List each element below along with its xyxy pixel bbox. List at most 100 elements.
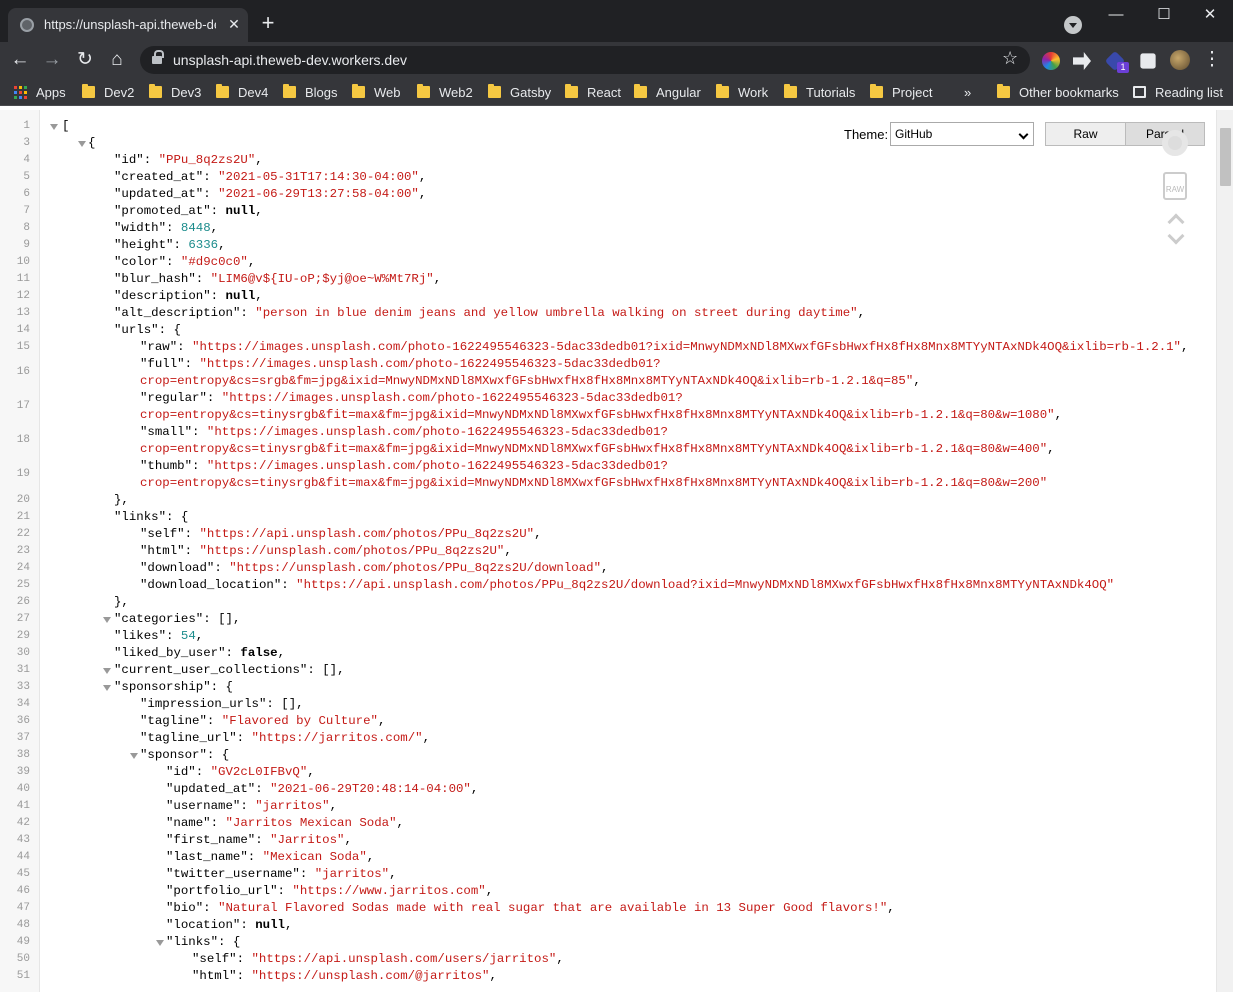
json-string[interactable]: "https://unsplash.com/@jarritos" <box>252 969 490 983</box>
folder-icon <box>417 84 430 98</box>
json-token: "id": <box>166 765 211 779</box>
json-line: 39 "id": "GV2cL0IFBvQ", <box>17 764 1210 781</box>
json-string: crop=entropy&cs=tinysrgb&fit=max&fm=jpg&… <box>140 408 1055 422</box>
json-line-text: { <box>88 135 95 152</box>
json-token: "liked_by_user": <box>114 646 241 660</box>
puzzle-extensions-icon[interactable] <box>1140 53 1156 69</box>
collapse-toggle-icon[interactable] <box>50 124 58 130</box>
maximize-button[interactable]: ☐ <box>1150 4 1178 26</box>
vertical-scrollbar[interactable] <box>1216 110 1233 992</box>
json-string[interactable]: "https://api.unsplash.com/photos/PPu_8q2… <box>296 578 1114 592</box>
profile-avatar[interactable] <box>1170 50 1190 70</box>
url-text[interactable]: unsplash-api.theweb-dev.workers.dev <box>173 52 407 68</box>
json-token: "name": <box>166 816 226 830</box>
browser-tab[interactable]: https://unsplash-api.theweb-dev.workers.… <box>8 8 248 42</box>
json-token: "width": <box>114 221 181 235</box>
json-string: "jarritos" <box>255 799 330 813</box>
forward-button[interactable]: → <box>40 48 64 72</box>
bookmark-folder-other[interactable]: Other bookmarks <box>997 84 1119 100</box>
scrollbar-thumb[interactable] <box>1220 128 1231 186</box>
json-string: "#d9c0c0" <box>180 255 248 269</box>
line-number: 9 <box>23 239 30 251</box>
json-line-segment: "tagline_url": "https://jarritos.com/", <box>140 731 430 745</box>
bookmark-folder-dev4[interactable]: Dev4 <box>216 84 268 100</box>
new-tab-button[interactable]: + <box>256 12 280 36</box>
line-number: 12 <box>16 290 30 302</box>
json-line-text: "twitter_username": "jarritos", <box>166 866 397 883</box>
json-string[interactable]: "https://www.jarritos.com" <box>292 884 485 898</box>
bookmark-folder-tutorials[interactable]: Tutorials <box>784 84 855 100</box>
json-string[interactable]: "https://api.unsplash.com/photos/PPu_8q2… <box>200 527 535 541</box>
collapse-toggle-icon[interactable] <box>156 940 164 946</box>
bookmark-star-icon[interactable]: ☆ <box>1002 48 1018 69</box>
reading-list-button[interactable]: Reading list <box>1133 84 1223 100</box>
raw-file-icon[interactable]: RAW <box>1163 172 1187 200</box>
json-string[interactable]: "https://images.unsplash.com/photo-16224… <box>192 340 1181 354</box>
bookmark-folder-dev3[interactable]: Dev3 <box>149 84 201 100</box>
json-line-text: "download": "https://unsplash.com/photos… <box>140 560 608 577</box>
bookmark-folder-web2[interactable]: Web2 <box>417 84 473 100</box>
json-token: , <box>277 646 286 660</box>
reload-button[interactable]: ↻ <box>73 48 97 72</box>
json-token: , <box>255 153 263 167</box>
json-line: 41 "username": "jarritos", <box>17 798 1210 815</box>
bookmark-folder-project[interactable]: Project <box>870 84 932 100</box>
apps-grid-icon <box>14 85 27 99</box>
close-window-button[interactable]: ✕ <box>1196 4 1224 26</box>
tab-search-icon[interactable] <box>1064 16 1082 34</box>
json-token: "last_name": <box>166 850 263 864</box>
json-string[interactable]: "https://images.unsplash.com/photo-16224… <box>200 357 661 371</box>
json-line-wrap: crop=entropy&cs=srgb&fm=jpg&ixid=MnwyNDM… <box>140 373 921 390</box>
collapse-toggle-icon[interactable] <box>130 753 138 759</box>
json-line-text: }, <box>114 492 129 509</box>
json-token: "first_name": <box>166 833 271 847</box>
minimize-button[interactable]: — <box>1102 4 1130 26</box>
bookmark-folder-gatsby[interactable]: Gatsby <box>488 84 551 100</box>
bookmarks-overflow-button[interactable]: » <box>964 84 971 100</box>
bookmark-folder-react[interactable]: React <box>565 84 621 100</box>
theme-select[interactable]: GitHub <box>890 122 1034 146</box>
kebab-menu-icon[interactable]: ⋮ <box>1200 48 1224 72</box>
json-line: 24 "download": "https://unsplash.com/phot… <box>17 560 1210 577</box>
collapse-toggle-icon[interactable] <box>78 141 86 147</box>
line-number: 6 <box>23 188 30 200</box>
gear-icon[interactable] <box>1162 130 1188 156</box>
home-button[interactable]: ⌂ <box>105 48 129 72</box>
bookmark-apps[interactable]: Apps <box>14 84 66 100</box>
json-token: , <box>377 714 386 728</box>
json-string[interactable]: "https://images.unsplash.com/photo-16224… <box>222 391 683 405</box>
json-line: 26}, <box>17 594 1210 611</box>
back-button[interactable]: ← <box>8 48 32 72</box>
arrow-extension-icon[interactable] <box>1073 52 1091 70</box>
folder-icon <box>352 84 365 98</box>
raw-button[interactable]: Raw <box>1045 122 1126 146</box>
json-line-text: "alt_description": "person in blue denim… <box>114 305 865 322</box>
json-line-text: "created_at": "2021-05-31T17:14:30-04:00… <box>114 169 426 186</box>
json-line-segment: "updated_at": "2021-06-29T20:48:14-04:00… <box>166 782 478 796</box>
address-bar[interactable]: unsplash-api.theweb-dev.workers.dev ☆ <box>140 46 1030 74</box>
lock-icon[interactable] <box>152 50 164 66</box>
json-line-text: "likes": 54, <box>114 628 203 645</box>
line-number: 38 <box>16 749 30 761</box>
json-string[interactable]: "https://unsplash.com/photos/PPu_8q2zs2U… <box>229 561 601 575</box>
line-number: 21 <box>16 511 30 523</box>
json-string[interactable]: "https://images.unsplash.com/photo-16224… <box>207 459 668 473</box>
tab-close-icon[interactable]: ✕ <box>224 14 244 34</box>
json-string[interactable]: "https://api.unsplash.com/users/jarritos… <box>252 952 557 966</box>
collapse-toggle-icon[interactable] <box>103 685 111 691</box>
json-line-segment: "download_location": "https://api.unspla… <box>140 578 1114 592</box>
bookmark-folder-angular[interactable]: Angular <box>634 84 701 100</box>
bookmark-folder-web[interactable]: Web <box>352 84 401 100</box>
json-string[interactable]: "https://unsplash.com/photos/PPu_8q2zs2U… <box>200 544 505 558</box>
color-picker-extension-icon[interactable] <box>1042 52 1060 70</box>
bookmark-folder-blogs[interactable]: Blogs <box>283 84 338 100</box>
bookmark-folder-dev2[interactable]: Dev2 <box>82 84 134 100</box>
json-string[interactable]: "https://images.unsplash.com/photo-16224… <box>207 425 668 439</box>
collapse-toggle-icon[interactable] <box>103 668 111 674</box>
bookmark-folder-work[interactable]: Work <box>716 84 768 100</box>
collapse-toggle-icon[interactable] <box>103 617 111 623</box>
json-token: "self": <box>192 952 252 966</box>
json-line-text: "links": { <box>166 934 240 951</box>
json-string[interactable]: "https://jarritos.com/" <box>252 731 423 745</box>
bookmark-label: Work <box>738 84 769 100</box>
